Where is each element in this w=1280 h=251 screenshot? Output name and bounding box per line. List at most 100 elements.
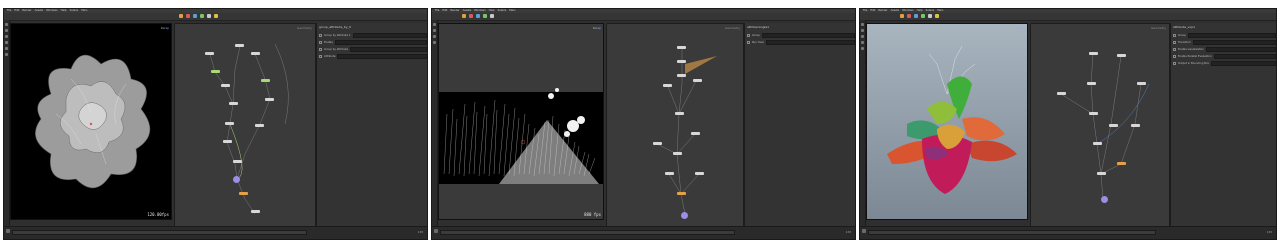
parameter-checkbox[interactable] <box>319 41 322 44</box>
output-node[interactable] <box>233 176 240 183</box>
shelf-tool-icon[interactable] <box>207 14 211 18</box>
network-node[interactable] <box>239 192 248 195</box>
network-node[interactable] <box>677 192 686 195</box>
network-node[interactable] <box>1087 82 1096 85</box>
network-node[interactable] <box>691 132 700 135</box>
network-node[interactable] <box>223 140 232 143</box>
parameter-checkbox[interactable] <box>1173 48 1176 51</box>
rotate-tool-icon[interactable] <box>5 35 8 38</box>
network-node[interactable] <box>225 122 234 125</box>
parameter-field[interactable] <box>761 33 855 38</box>
scale-tool-icon[interactable] <box>433 41 436 44</box>
parameter-checkbox[interactable] <box>1173 34 1176 37</box>
scene-viewport[interactable]: Persp 880 fps <box>438 23 604 220</box>
play-icon[interactable] <box>434 229 438 233</box>
scene-viewport[interactable]: Persp <box>866 23 1028 220</box>
shelf-tool-icon[interactable] <box>469 14 473 18</box>
select-tool-icon[interactable] <box>5 23 8 26</box>
shelf-tool-icon[interactable] <box>900 14 904 18</box>
play-icon[interactable] <box>862 229 866 233</box>
shelf-tool-icon[interactable] <box>914 14 918 18</box>
network-node[interactable] <box>211 70 220 73</box>
play-icon[interactable] <box>6 229 10 233</box>
parameter-checkbox[interactable] <box>319 48 322 51</box>
timeline-slider[interactable] <box>440 230 735 235</box>
network-node[interactable] <box>677 46 686 49</box>
parameter-field[interactable] <box>1210 61 1276 66</box>
parameter-checkbox[interactable] <box>319 55 322 58</box>
parameter-field[interactable] <box>766 40 855 45</box>
select-tool-icon[interactable] <box>433 23 436 26</box>
handle-tool-icon[interactable] <box>861 47 864 50</box>
network-node[interactable] <box>221 84 230 87</box>
network-node[interactable] <box>1097 172 1106 175</box>
shelf-tool-icon[interactable] <box>483 14 487 18</box>
shelf-tool-icon[interactable] <box>935 14 939 18</box>
parameter-field[interactable] <box>1205 47 1276 52</box>
output-node[interactable] <box>1101 196 1108 203</box>
parameter-field[interactable] <box>1187 33 1276 38</box>
parameter-checkbox[interactable] <box>1173 62 1176 65</box>
rotate-tool-icon[interactable] <box>861 35 864 38</box>
scale-tool-icon[interactable] <box>5 41 8 44</box>
network-node[interactable] <box>695 172 704 175</box>
shelf-tool-icon[interactable] <box>462 14 466 18</box>
network-node[interactable] <box>251 52 260 55</box>
network-node[interactable] <box>1117 162 1126 165</box>
shelf-tool-icon[interactable] <box>186 14 190 18</box>
network-node[interactable] <box>663 84 672 87</box>
network-node[interactable] <box>235 44 244 47</box>
network-node[interactable] <box>1117 54 1126 57</box>
node-network[interactable]: Geometry <box>1030 23 1170 230</box>
network-node[interactable] <box>665 172 674 175</box>
network-node[interactable] <box>255 124 264 127</box>
timeline-slider[interactable] <box>12 230 307 235</box>
shelf-tool-icon[interactable] <box>214 14 218 18</box>
network-node[interactable] <box>677 60 686 63</box>
move-tool-icon[interactable] <box>433 29 436 32</box>
shelf-tool-icon[interactable] <box>928 14 932 18</box>
output-node[interactable] <box>681 212 688 219</box>
network-node[interactable] <box>261 79 270 82</box>
network-node[interactable] <box>233 160 242 163</box>
network-node[interactable] <box>229 102 238 105</box>
shelf-tool-icon[interactable] <box>193 14 197 18</box>
parameter-checkbox[interactable] <box>747 41 750 44</box>
network-node[interactable] <box>1137 82 1146 85</box>
network-node[interactable] <box>1109 124 1118 127</box>
network-node[interactable] <box>675 112 684 115</box>
current-frame[interactable]: 130 <box>1267 230 1272 234</box>
network-node[interactable] <box>1089 52 1098 55</box>
parameter-checkbox[interactable] <box>319 34 322 37</box>
network-node[interactable] <box>205 52 214 55</box>
shelf-tool-icon[interactable] <box>200 14 204 18</box>
move-tool-icon[interactable] <box>861 29 864 32</box>
parameter-checkbox[interactable] <box>1173 41 1176 44</box>
timeline-slider[interactable] <box>868 230 1156 235</box>
view-tool-icon[interactable] <box>5 53 8 56</box>
network-node[interactable] <box>1089 112 1098 115</box>
current-frame[interactable]: 130 <box>418 230 423 234</box>
shelf-tool-icon[interactable] <box>179 14 183 18</box>
parameter-field[interactable] <box>337 54 427 59</box>
network-node[interactable] <box>1131 124 1140 127</box>
network-node[interactable] <box>1093 142 1102 145</box>
shelf-tool-icon[interactable] <box>490 14 494 18</box>
network-node[interactable] <box>265 98 274 101</box>
parameter-checkbox[interactable] <box>747 34 750 37</box>
scene-viewport[interactable]: Persp 120.00fps <box>10 23 172 220</box>
parameter-field[interactable] <box>350 47 427 52</box>
network-node[interactable] <box>1057 92 1066 95</box>
shelf-tool-icon[interactable] <box>907 14 911 18</box>
parameter-field[interactable] <box>334 40 427 45</box>
shelf-tool-icon[interactable] <box>921 14 925 18</box>
network-node[interactable] <box>251 210 260 213</box>
shelf-tool-icon[interactable] <box>476 14 480 18</box>
move-tool-icon[interactable] <box>5 29 8 32</box>
network-node[interactable] <box>677 74 686 77</box>
node-network[interactable]: Geometry <box>174 23 316 230</box>
network-node[interactable] <box>673 152 682 155</box>
network-node[interactable] <box>653 142 662 145</box>
parameter-field[interactable] <box>352 33 427 38</box>
current-frame[interactable]: 130 <box>846 230 851 234</box>
